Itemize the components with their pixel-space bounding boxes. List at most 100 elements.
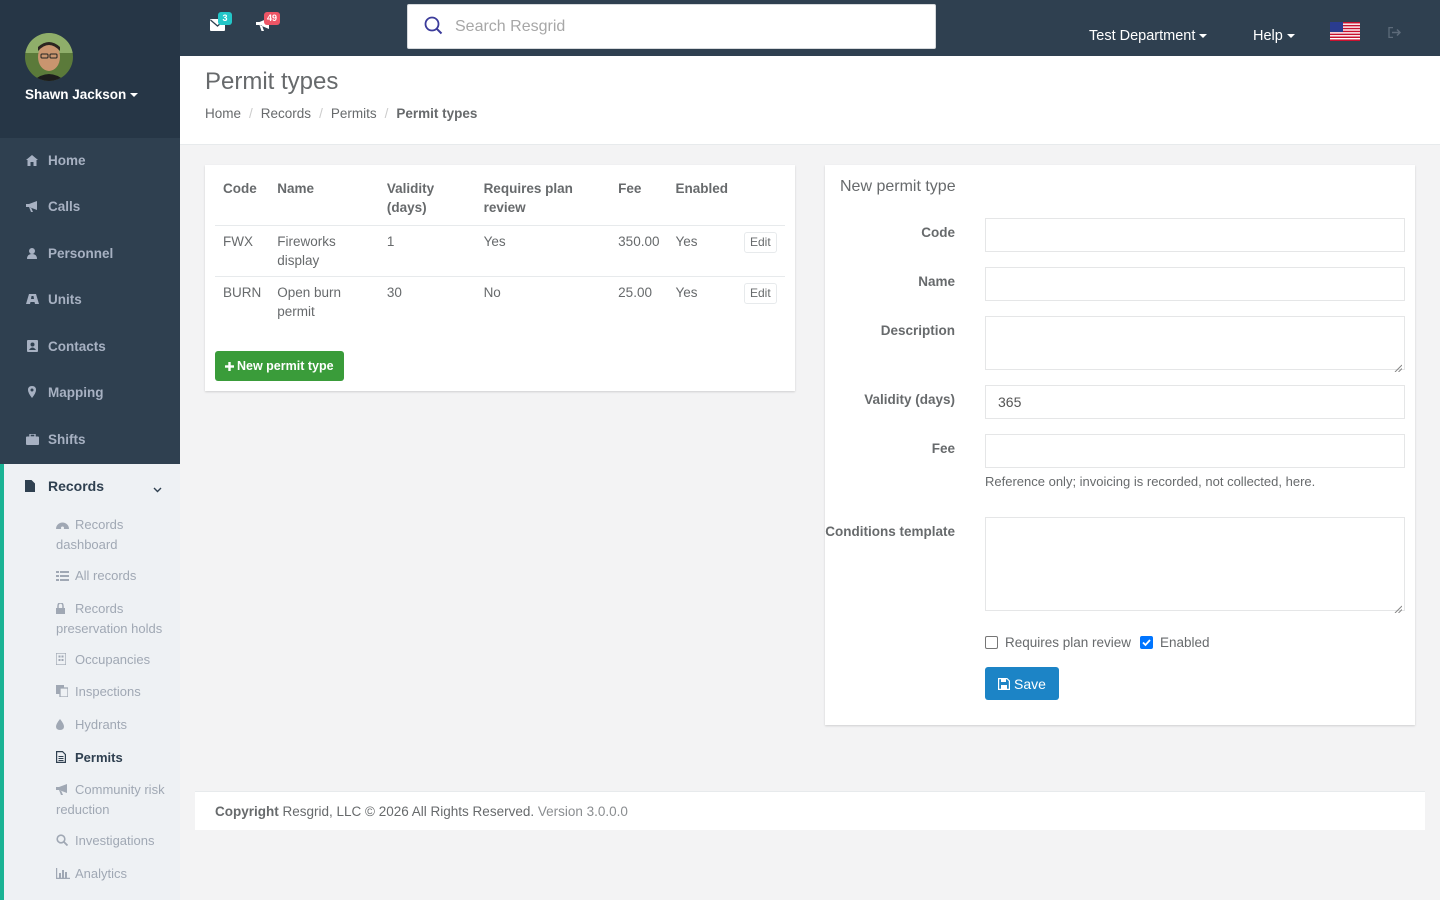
checkbox-checked-icon[interactable] bbox=[1140, 636, 1153, 649]
name-input[interactable] bbox=[985, 267, 1405, 301]
sidebar-item-home[interactable]: Home bbox=[0, 137, 180, 183]
breadcrumb-permits[interactable]: Permits bbox=[331, 106, 377, 121]
sidebar-item-mapping[interactable]: Mapping bbox=[0, 369, 180, 415]
submenu-item-investigations[interactable]: Investigations bbox=[56, 832, 176, 852]
search-icon bbox=[424, 16, 443, 38]
cell-fee: 350.00 bbox=[610, 225, 668, 277]
sidebar-item-records[interactable]: Records bbox=[4, 464, 180, 508]
description-textarea[interactable] bbox=[985, 316, 1405, 373]
breadcrumb-current: Permit types bbox=[396, 106, 478, 121]
fee-input[interactable] bbox=[985, 434, 1405, 468]
sidebar-item-label: Contacts bbox=[48, 338, 106, 354]
calls-badge: 49 bbox=[264, 12, 281, 25]
resize-handle-icon[interactable] bbox=[1394, 359, 1403, 373]
save-label: Save bbox=[1014, 675, 1046, 692]
briefcase-icon bbox=[25, 433, 39, 445]
new-permit-type-label: New permit type bbox=[237, 359, 334, 373]
logout-button[interactable] bbox=[1388, 25, 1402, 41]
breadcrumb-home[interactable]: Home bbox=[205, 106, 241, 121]
messages-badge: 3 bbox=[218, 12, 232, 25]
cell-name: Fireworks display bbox=[269, 225, 379, 277]
submenu-item-label: Investigations bbox=[75, 833, 155, 848]
home-icon bbox=[25, 154, 39, 166]
submenu-item-community-risk-reduction[interactable]: Community risk reduction bbox=[56, 781, 176, 819]
submenu-item-hydrants[interactable]: Hydrants bbox=[56, 716, 176, 736]
avatar[interactable] bbox=[25, 33, 73, 81]
us-flag-icon[interactable] bbox=[1330, 22, 1360, 41]
user-icon bbox=[25, 247, 39, 259]
resize-handle-icon[interactable] bbox=[1394, 600, 1403, 614]
requires-plan-review-checkbox[interactable]: Requires plan review bbox=[985, 635, 1131, 650]
checkbox-unchecked-icon[interactable] bbox=[985, 636, 998, 649]
sidebar-item-contacts[interactable]: Contacts bbox=[0, 323, 180, 369]
footer-version: Version 3.0.0.0 bbox=[537, 803, 628, 819]
profile-name[interactable]: Shawn Jackson bbox=[25, 87, 139, 102]
submenu-item-occupancies[interactable]: Occupancies bbox=[55, 651, 176, 671]
table-header-row: Code Name Validity (days) Requires plan … bbox=[215, 175, 785, 226]
validity-input[interactable]: 365 bbox=[985, 385, 1405, 419]
page-title: Permit types bbox=[205, 68, 339, 95]
search-input[interactable] bbox=[455, 17, 895, 36]
search-icon bbox=[56, 833, 69, 852]
calls-button[interactable]: 49 bbox=[256, 12, 281, 34]
sign-out-icon bbox=[1388, 25, 1402, 41]
sidebar-item-calls[interactable]: Calls bbox=[0, 183, 180, 229]
cell-plan-review: Yes bbox=[475, 225, 611, 277]
edit-button[interactable]: Edit bbox=[743, 232, 777, 253]
dashboard-icon bbox=[56, 517, 69, 536]
cell-fee: 25.00 bbox=[618, 285, 652, 300]
new-permit-type-button[interactable]: New permit type bbox=[215, 351, 344, 381]
column-header-validity: Validity (days) bbox=[378, 175, 476, 226]
file-icon bbox=[25, 480, 39, 492]
sidebar-item-units[interactable]: Units bbox=[0, 276, 180, 322]
cell-name: Open burn permit bbox=[277, 285, 342, 319]
help-label: Help bbox=[1253, 28, 1283, 44]
cell-validity: 30 bbox=[386, 285, 402, 300]
top-navbar: 3 49 Test Department Help bbox=[180, 0, 1440, 56]
submenu-item-inspections[interactable]: Inspections bbox=[56, 683, 176, 703]
save-button[interactable]: Save bbox=[985, 667, 1059, 700]
breadcrumb-separator: / bbox=[319, 106, 323, 121]
enabled-checkbox[interactable]: Enabled bbox=[1140, 635, 1210, 650]
sidebar-item-shifts[interactable]: Shifts bbox=[0, 416, 180, 462]
lock-icon bbox=[56, 601, 69, 620]
department-dropdown[interactable]: Test Department bbox=[1089, 28, 1208, 44]
list-icon bbox=[56, 568, 69, 587]
conditions-template-textarea[interactable] bbox=[985, 517, 1405, 614]
new-permit-type-form: New permit type Code Name Description Va… bbox=[825, 165, 1415, 725]
submenu-item-preservation-holds[interactable]: Records preservation holds bbox=[56, 600, 176, 638]
help-dropdown[interactable]: Help bbox=[1253, 28, 1295, 44]
submenu-item-label: Permits bbox=[75, 750, 123, 765]
submenu-item-all-records[interactable]: All records bbox=[56, 567, 176, 587]
submenu-item-label: Occupancies bbox=[75, 652, 151, 667]
submenu-item-label: All records bbox=[75, 568, 137, 583]
sidebar-item-label: Personnel bbox=[48, 245, 114, 261]
submenu-item-label: Hydrants bbox=[75, 717, 128, 732]
validity-label: Validity (days) bbox=[864, 392, 955, 407]
file-text-icon bbox=[56, 750, 69, 769]
submenu-item-label: Community risk reduction bbox=[56, 782, 165, 817]
cell-enabled: Yes bbox=[675, 285, 698, 300]
truck-icon bbox=[25, 294, 39, 304]
column-header-fee: Fee bbox=[610, 175, 668, 226]
code-input[interactable] bbox=[985, 218, 1405, 252]
edit-button[interactable]: Edit bbox=[743, 283, 777, 304]
address-book-icon bbox=[25, 340, 39, 352]
column-header-code: Code bbox=[215, 175, 270, 226]
messages-button[interactable]: 3 bbox=[210, 12, 232, 34]
breadcrumb-records[interactable]: Records bbox=[261, 106, 311, 121]
search-box bbox=[407, 4, 936, 49]
sidebar-item-label: Mapping bbox=[48, 384, 104, 400]
submenu-item-analytics[interactable]: Analytics bbox=[56, 865, 176, 885]
cell-code: FWX bbox=[215, 225, 270, 277]
map-marker-icon bbox=[25, 386, 39, 398]
user-name: Shawn Jackson bbox=[25, 87, 127, 102]
cell-actions: Edit bbox=[735, 225, 785, 277]
copy-icon bbox=[56, 684, 69, 703]
submenu-item-records-dashboard[interactable]: Records dashboard bbox=[56, 516, 176, 554]
submenu-item-permits[interactable]: Permits bbox=[56, 749, 176, 769]
bar-chart-icon bbox=[56, 866, 70, 885]
sidebar-item-label: Records bbox=[48, 478, 105, 494]
department-label: Test Department bbox=[1089, 28, 1196, 44]
sidebar-item-personnel[interactable]: Personnel bbox=[0, 230, 180, 276]
